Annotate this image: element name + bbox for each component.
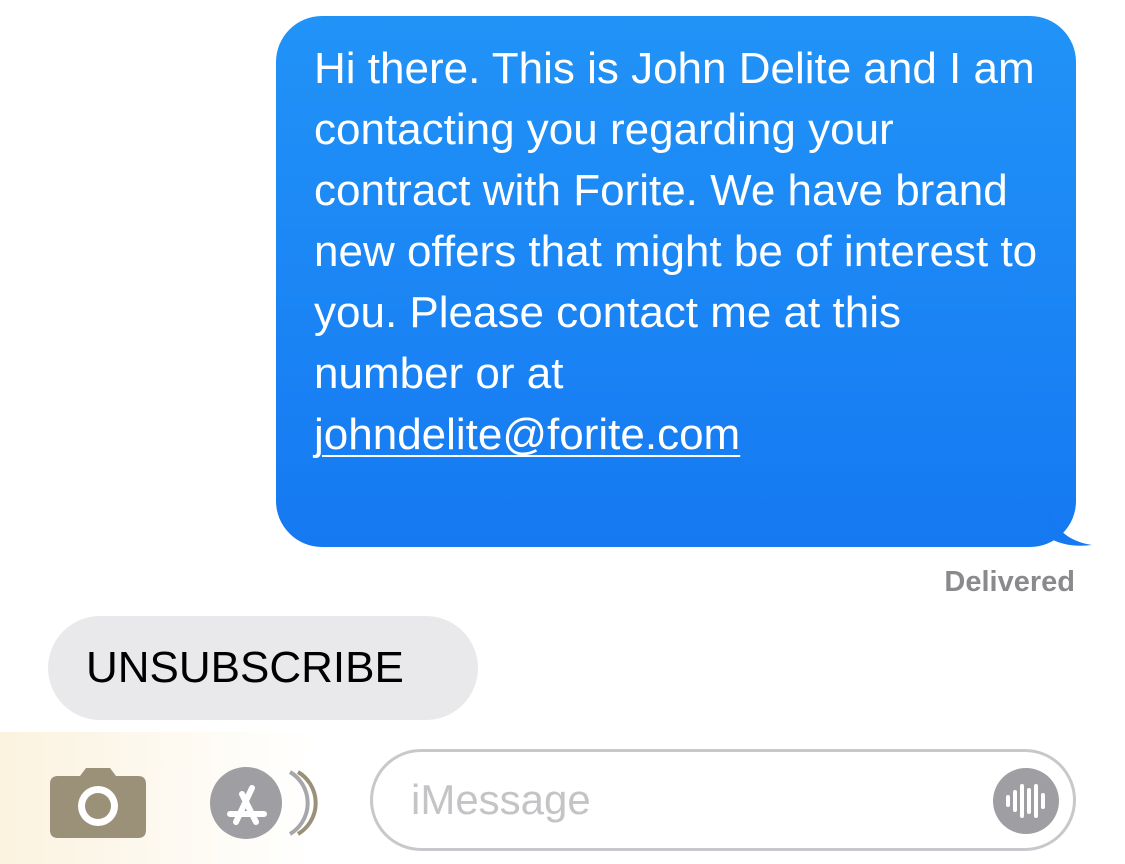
imessage-input[interactable]: iMessage bbox=[370, 749, 1076, 851]
incoming-message-bubble[interactable]: UNSUBSCRIBE bbox=[48, 616, 478, 720]
outgoing-message-bubble[interactable]: Hi there. This is John Delite and I am c… bbox=[276, 16, 1092, 547]
message-composer: iMessage bbox=[0, 732, 1125, 864]
input-placeholder: iMessage bbox=[411, 776, 591, 823]
audio-waveform-icon bbox=[993, 768, 1059, 834]
camera-icon bbox=[50, 768, 146, 838]
app-store-icon bbox=[210, 767, 318, 839]
delivery-status: Delivered bbox=[944, 566, 1075, 598]
bubble-tail bbox=[1048, 507, 1092, 546]
incoming-message-text: UNSUBSCRIBE bbox=[86, 643, 404, 692]
camera-button[interactable] bbox=[50, 768, 146, 838]
audio-message-button[interactable] bbox=[993, 768, 1059, 834]
outgoing-message-text: Hi there. This is John Delite and I am c… bbox=[314, 44, 1038, 398]
message-thread: Hi there. This is John Delite and I am c… bbox=[0, 0, 1125, 732]
app-store-button[interactable] bbox=[208, 766, 320, 840]
email-link[interactable]: johndelite@forite.com bbox=[314, 404, 1046, 465]
